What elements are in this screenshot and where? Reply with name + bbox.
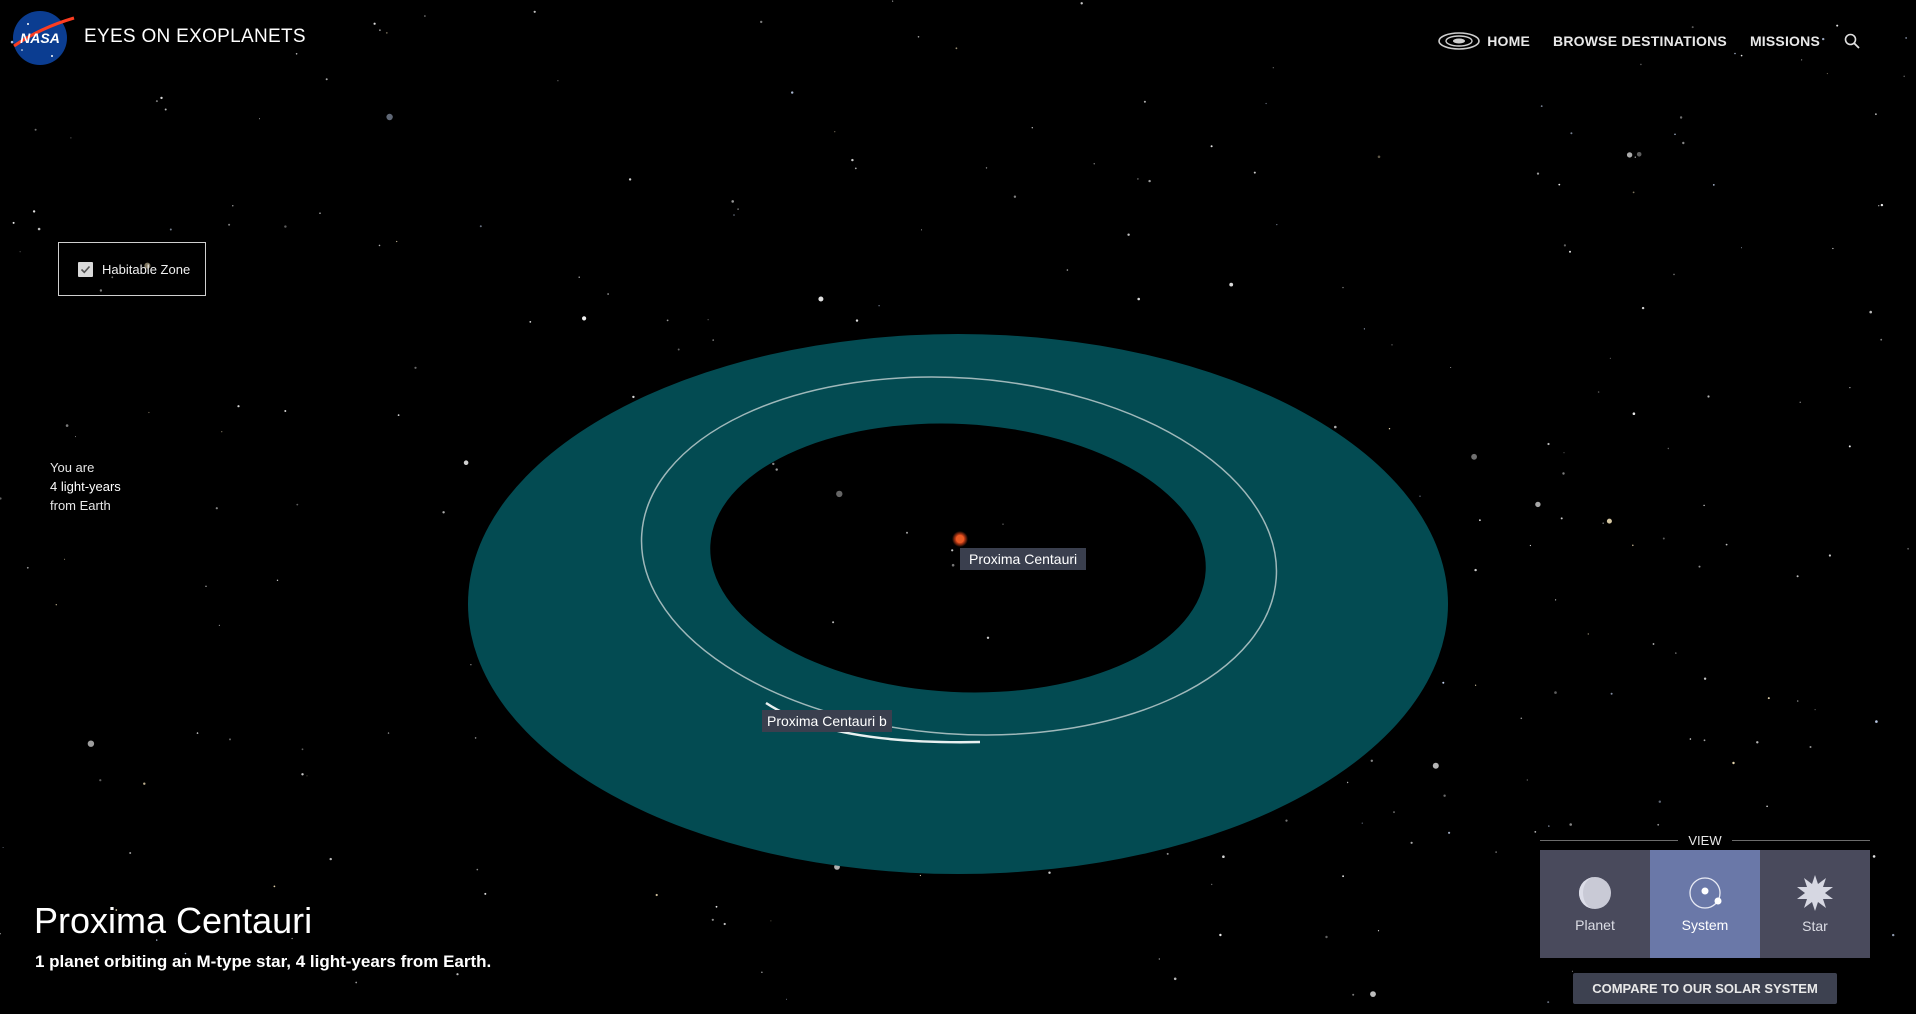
planet-label[interactable]: Proxima Centauri b bbox=[762, 710, 892, 732]
view-star-button[interactable]: Star bbox=[1760, 850, 1870, 958]
system-title: Proxima Centauri bbox=[34, 900, 313, 941]
distance-line-1: You are bbox=[50, 460, 95, 475]
planet-icon bbox=[1579, 877, 1611, 909]
distance-line-3: from Earth bbox=[50, 498, 111, 513]
nav-home-label: HOME bbox=[1487, 33, 1531, 49]
system-orbit-icon bbox=[1689, 877, 1722, 909]
view-star-label: Star bbox=[1802, 918, 1828, 934]
view-planet-button[interactable]: Planet bbox=[1540, 850, 1650, 958]
galaxy-icon bbox=[1437, 30, 1481, 52]
distance-readout: You are 4 light-years from Earth bbox=[50, 458, 121, 515]
nav-home[interactable]: HOME bbox=[1437, 30, 1530, 52]
compare-solar-system-button[interactable]: COMPARE TO OUR SOLAR SYSTEM bbox=[1573, 973, 1837, 1004]
habitable-zone-toggle[interactable]: Habitable Zone bbox=[58, 242, 206, 296]
view-header-label: VIEW bbox=[1688, 832, 1722, 848]
view-header: VIEW bbox=[1540, 830, 1871, 850]
nav-browse-destinations[interactable]: BROWSE DESTINATIONS bbox=[1553, 33, 1727, 49]
top-navigation: HOME BROWSE DESTINATIONS MISSIONS bbox=[1414, 30, 1861, 52]
nav-missions[interactable]: MISSIONS bbox=[1750, 33, 1820, 49]
star-burst-icon bbox=[1797, 875, 1833, 911]
view-planet-label: Planet bbox=[1575, 917, 1615, 933]
checkbox-checked-icon[interactable] bbox=[78, 261, 93, 277]
nasa-logo-text: NASA bbox=[20, 30, 60, 46]
nasa-logo[interactable]: NASA bbox=[10, 10, 76, 66]
view-system-button[interactable]: System bbox=[1650, 850, 1760, 958]
star-core bbox=[956, 535, 964, 543]
view-selector: Planet System Star bbox=[1540, 850, 1870, 958]
view-system-label: System bbox=[1681, 917, 1729, 933]
habitable-zone-label: Habitable Zone bbox=[102, 261, 191, 277]
app-title[interactable]: EYES ON EXOPLANETS bbox=[84, 26, 306, 48]
search-icon[interactable] bbox=[1843, 32, 1861, 50]
distance-value: 4 light-years bbox=[50, 479, 121, 494]
system-description: 1 planet orbiting an M-type star, 4 ligh… bbox=[35, 952, 492, 971]
star-label[interactable]: Proxima Centauri bbox=[960, 548, 1087, 570]
